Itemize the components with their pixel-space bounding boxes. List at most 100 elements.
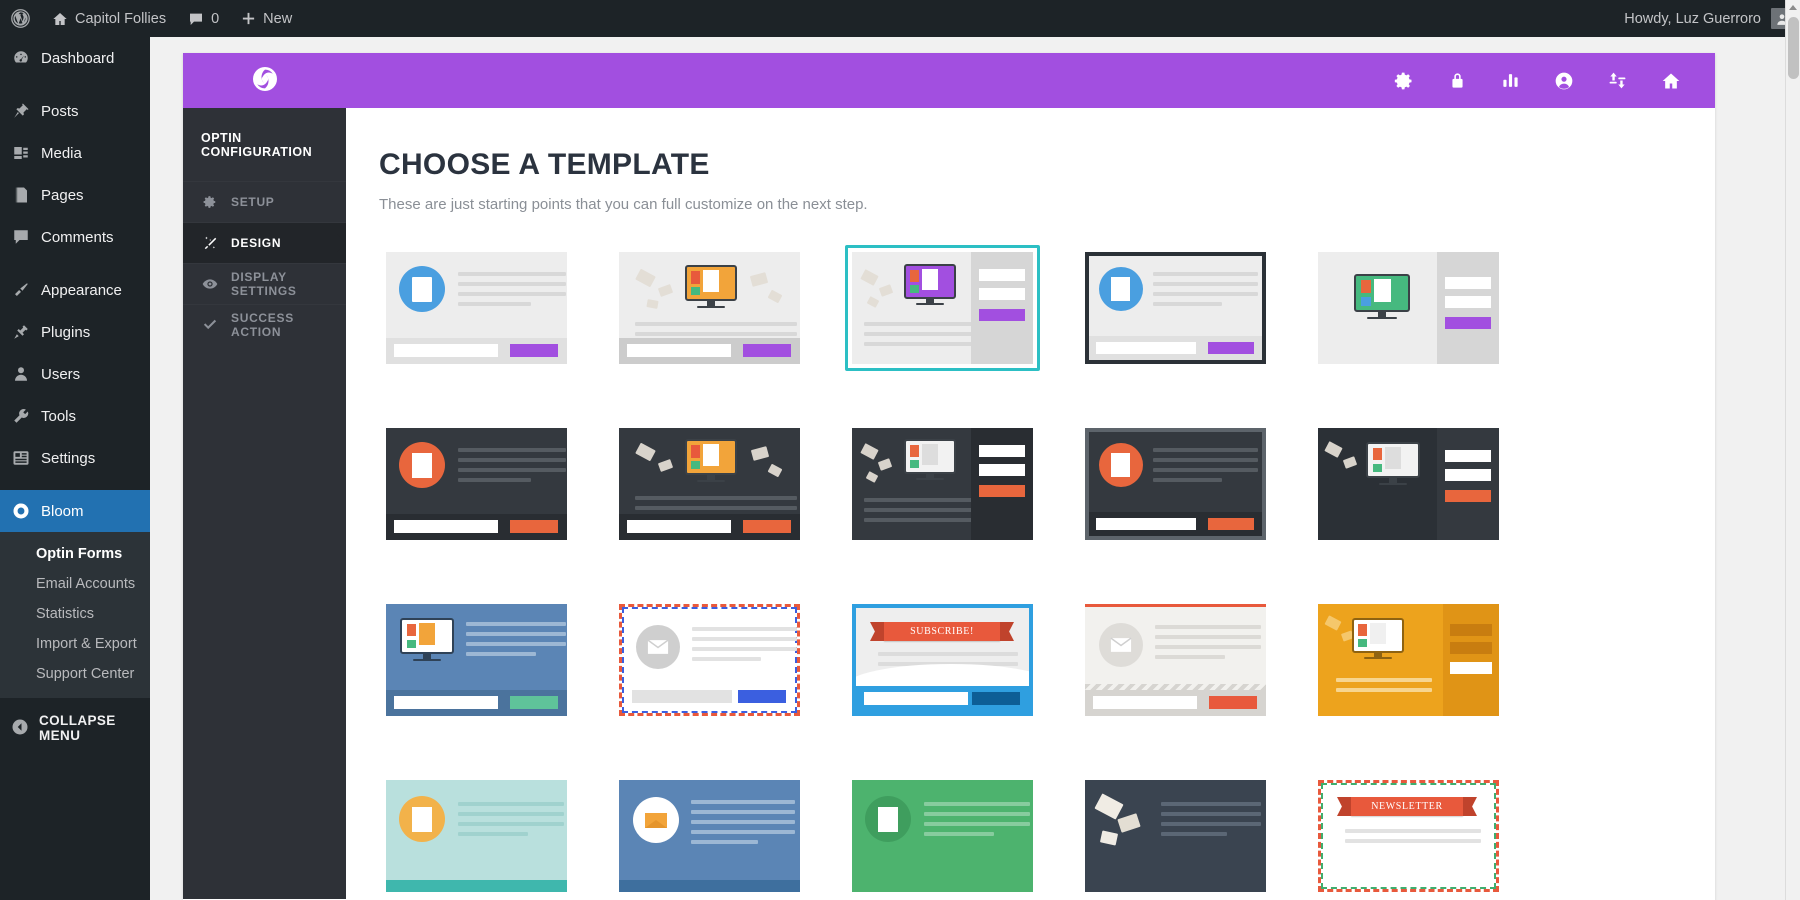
bloom-topbar xyxy=(183,53,1715,108)
email-field xyxy=(1096,342,1196,354)
text-lines xyxy=(924,802,1030,836)
template-option-20[interactable]: NEWSLETTER xyxy=(1311,773,1506,899)
text-lines xyxy=(864,322,974,346)
template-option-2[interactable] xyxy=(612,245,807,371)
template-option-10[interactable] xyxy=(1311,421,1506,547)
email-field xyxy=(1096,518,1196,530)
sidebar-item-media[interactable]: Media xyxy=(0,132,150,174)
eye-icon xyxy=(202,276,218,292)
sidebar-item-pages[interactable]: Pages xyxy=(0,174,150,216)
sidebar-item-dashboard[interactable]: Dashboard xyxy=(0,37,150,79)
field-2 xyxy=(1450,642,1492,654)
collapse-menu-button[interactable]: COLLAPSE MENU xyxy=(0,706,150,750)
submenu-item-optin-forms[interactable]: Optin Forms xyxy=(0,539,150,569)
sidebar-item-plugins[interactable]: Plugins xyxy=(0,311,150,353)
template-thumbnail xyxy=(1085,604,1266,716)
page-title: CHOOSE A TEMPLATE xyxy=(379,148,710,181)
page-subheading: These are just starting points that you … xyxy=(379,196,868,213)
envelope-circle-icon xyxy=(1099,623,1143,667)
template-option-5[interactable] xyxy=(1311,245,1506,371)
sidebar-item-users[interactable]: Users xyxy=(0,353,150,395)
check-icon xyxy=(202,317,218,333)
sidebar-item-label: Bloom xyxy=(41,502,84,520)
template-option-8[interactable] xyxy=(845,421,1040,547)
template-option-3-selected[interactable] xyxy=(845,245,1040,371)
template-option-15[interactable] xyxy=(1311,597,1506,723)
sidebar-item-posts[interactable]: Posts xyxy=(0,90,150,132)
email-field xyxy=(394,696,498,709)
wordpress-logo-button[interactable] xyxy=(0,0,41,37)
template-thumbnail xyxy=(386,604,567,716)
bar-chart-icon[interactable] xyxy=(1501,71,1520,90)
template-option-14[interactable] xyxy=(1078,597,1273,723)
envelope-circle-icon xyxy=(636,625,680,669)
template-option-4[interactable] xyxy=(1078,245,1273,371)
sidebar-item-appearance[interactable]: Appearance xyxy=(0,269,150,311)
submenu-item-statistics[interactable]: Statistics xyxy=(0,599,150,629)
bloom-logo[interactable] xyxy=(183,53,346,108)
user-circle-icon[interactable] xyxy=(1554,71,1574,91)
page-scrollbar[interactable] xyxy=(1785,0,1800,900)
comments-count: 0 xyxy=(211,10,220,27)
template-option-6[interactable] xyxy=(379,421,574,547)
field-2 xyxy=(1445,296,1491,308)
email-field xyxy=(394,520,498,533)
form-sidebar xyxy=(971,428,1033,540)
site-name-button[interactable]: Capitol Follies xyxy=(41,0,177,37)
scrollbar-thumb[interactable] xyxy=(1788,17,1799,79)
optin-step-design[interactable]: DESIGN xyxy=(183,222,346,263)
template-option-17[interactable] xyxy=(612,773,807,899)
submenu-item-import-export[interactable]: Import & Export xyxy=(0,629,150,659)
gear-icon[interactable] xyxy=(1394,71,1414,91)
template-option-7[interactable] xyxy=(612,421,807,547)
optin-step-display-settings[interactable]: DISPLAY SETTINGS xyxy=(183,263,346,304)
envelope-circle-icon xyxy=(633,797,679,843)
template-option-18[interactable] xyxy=(845,773,1040,899)
submenu-item-email-accounts[interactable]: Email Accounts xyxy=(0,569,150,599)
template-option-12[interactable] xyxy=(612,597,807,723)
gear-icon xyxy=(202,195,218,209)
optin-configuration-title: OPTIN CONFIGURATION xyxy=(201,131,313,159)
brush-icon xyxy=(11,281,31,299)
home-icon[interactable] xyxy=(1661,71,1681,91)
subscribe-ribbon: SUBSCRIBE! xyxy=(884,622,1000,641)
text-lines xyxy=(1345,829,1481,843)
admin-bar-right: Howdy, Luz Guerroro xyxy=(1624,8,1800,29)
template-thumbnail xyxy=(386,252,567,364)
sidebar-item-tools[interactable]: Tools xyxy=(0,395,150,437)
sidebar-item-bloom[interactable]: Bloom xyxy=(0,490,158,532)
submenu-item-support-center[interactable]: Support Center xyxy=(0,659,150,689)
bloom-app: OPTIN CONFIGURATION SETUP DESIGN DISPLAY… xyxy=(183,53,1715,900)
optin-step-label: SUCCESS ACTION xyxy=(231,311,294,339)
template-option-13[interactable]: SUBSCRIBE! xyxy=(845,597,1040,723)
ribbon-label: SUBSCRIBE! xyxy=(910,626,974,637)
template-thumbnail: SUBSCRIBE! xyxy=(852,604,1033,716)
optin-step-setup[interactable]: SETUP xyxy=(183,181,346,222)
lock-icon[interactable] xyxy=(1448,71,1467,90)
dashboard-icon xyxy=(11,49,31,67)
doc-glyph xyxy=(1111,453,1130,477)
email-field xyxy=(627,344,731,357)
menu-separator xyxy=(0,479,150,490)
sidebar-item-settings[interactable]: Settings xyxy=(0,437,150,479)
template-option-1[interactable] xyxy=(379,245,574,371)
optin-step-success-action[interactable]: SUCCESS ACTION xyxy=(183,304,346,345)
template-option-19[interactable] xyxy=(1078,773,1273,899)
template-option-16[interactable] xyxy=(379,773,574,899)
import-export-icon[interactable] xyxy=(1608,71,1627,90)
howdy-greeting[interactable]: Howdy, Luz Guerroro xyxy=(1624,11,1771,27)
text-lines xyxy=(691,800,795,844)
text-lines xyxy=(1153,448,1258,482)
scroll-up-arrow[interactable] xyxy=(1789,5,1797,10)
new-content-button[interactable]: New xyxy=(230,0,303,37)
template-thumbnail xyxy=(619,604,800,716)
media-icon xyxy=(11,144,31,162)
comments-button[interactable]: 0 xyxy=(177,0,230,37)
template-thumbnail xyxy=(852,428,1033,540)
template-option-11[interactable] xyxy=(379,597,574,723)
template-option-9[interactable] xyxy=(1078,421,1273,547)
template-thumbnail xyxy=(1318,428,1499,540)
sidebar-item-comments[interactable]: Comments xyxy=(0,216,150,258)
template-thumbnail xyxy=(1085,780,1266,892)
text-lines xyxy=(1155,625,1261,659)
